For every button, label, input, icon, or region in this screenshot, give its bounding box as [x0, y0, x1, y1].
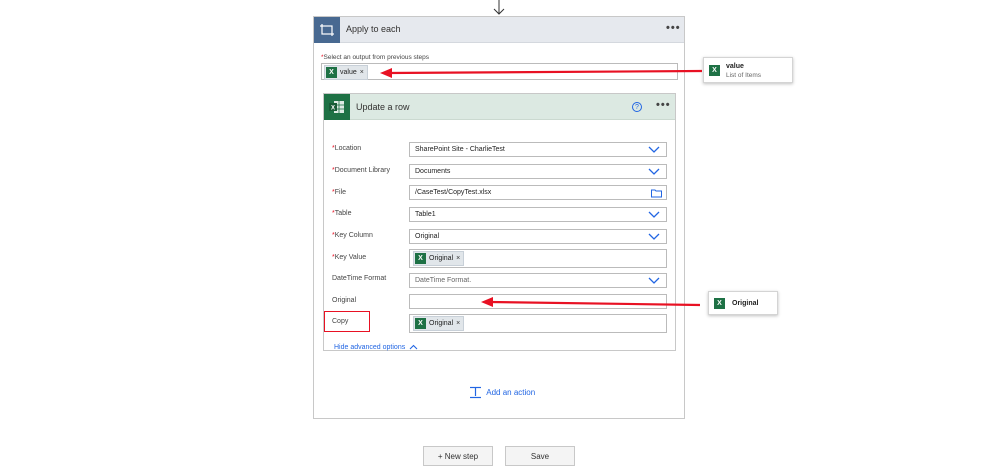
annotation-arrowhead-value — [380, 68, 392, 78]
annotation-arrowhead-original — [481, 297, 493, 307]
annotation-arrows — [380, 68, 703, 307]
annotation-arrow-value — [387, 69, 703, 75]
annotation-arrow-original — [489, 300, 701, 307]
